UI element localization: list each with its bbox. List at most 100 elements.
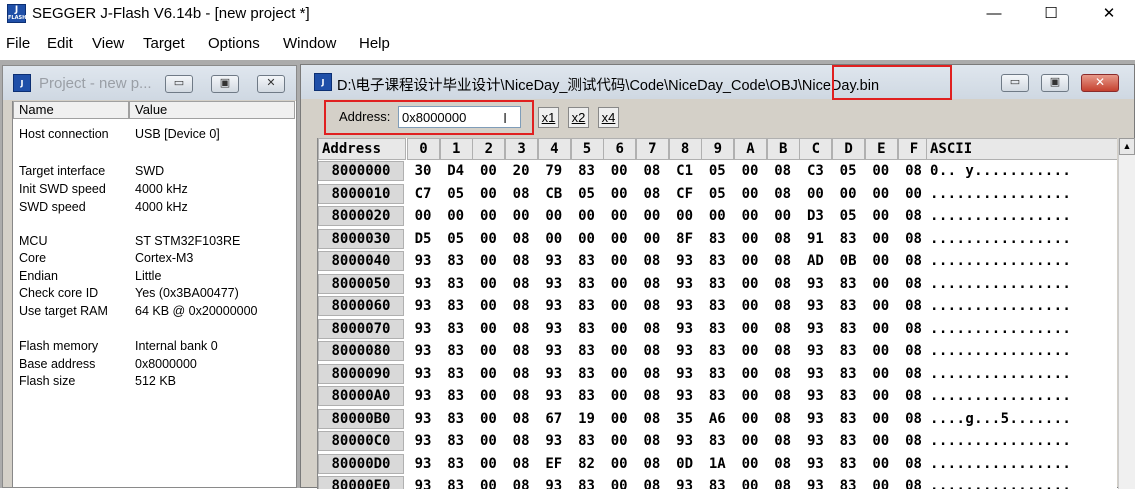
hex-byte-cell[interactable]: 08 [898,408,930,430]
hex-byte-cell[interactable]: 83 [440,475,472,489]
hex-byte-cell[interactable]: 93 [669,273,701,295]
ascii-cell[interactable]: 0.. y........... [930,160,1071,182]
hex-byte-cell[interactable]: 08 [898,205,930,227]
property-row[interactable]: Check core ID Yes (0x3BA00477) [13,285,293,302]
property-row[interactable]: Target interface SWD [13,163,293,180]
hex-byte-cell[interactable]: 91 [799,228,831,250]
hex-byte-cell[interactable]: 00 [603,160,635,182]
hex-byte-cell[interactable]: 93 [799,453,831,475]
hex-byte-cell[interactable]: 00 [603,205,635,227]
hex-byte-cell[interactable]: 00 [636,205,668,227]
hex-byte-cell[interactable]: 05 [440,228,472,250]
zoom-x1-button[interactable]: x1 [538,107,559,128]
ascii-cell[interactable]: ................ [930,273,1071,295]
hex-byte-cell[interactable]: 83 [571,250,603,272]
hex-byte-cell[interactable]: 00 [472,205,504,227]
hex-byte-cell[interactable]: 0D [669,453,701,475]
hex-byte-cell[interactable]: 83 [832,295,864,317]
hex-byte-cell[interactable]: 00 [505,205,537,227]
hex-byte-cell[interactable]: 00 [472,340,504,362]
hex-byte-cell[interactable]: EF [538,453,570,475]
hex-byte-cell[interactable]: 93 [799,273,831,295]
property-row[interactable]: Host connection USB [Device 0] [13,126,293,143]
hex-byte-cell[interactable]: 08 [505,475,537,489]
hex-byte-cell[interactable]: 08 [898,228,930,250]
hex-byte-cell[interactable]: 83 [832,453,864,475]
ascii-cell[interactable]: ................ [930,205,1071,227]
hex-byte-cell[interactable]: 00 [734,205,766,227]
hex-byte-cell[interactable]: 93 [407,363,439,385]
hex-byte-cell[interactable]: 1A [701,453,733,475]
hex-byte-cell[interactable]: 00 [603,228,635,250]
hex-byte-cell[interactable]: 08 [898,250,930,272]
hex-byte-cell[interactable]: 83 [832,475,864,489]
hex-byte-cell[interactable]: 08 [767,453,799,475]
hex-byte-cell[interactable]: 93 [407,295,439,317]
hex-byte-cell[interactable]: 83 [440,250,472,272]
hex-byte-cell[interactable]: 83 [701,228,733,250]
hex-byte-cell[interactable]: 83 [571,295,603,317]
hex-byte-cell[interactable]: 08 [767,385,799,407]
hex-byte-cell[interactable]: 00 [472,273,504,295]
hex-byte-cell[interactable]: 83 [571,475,603,489]
hex-byte-cell[interactable]: 08 [767,183,799,205]
hex-byte-cell[interactable]: 83 [571,363,603,385]
property-row[interactable]: Use target RAM 64 KB @ 0x20000000 [13,303,293,320]
hex-byte-cell[interactable]: 08 [636,250,668,272]
hex-byte-cell[interactable]: 19 [571,408,603,430]
hex-byte-cell[interactable]: 93 [669,318,701,340]
maximize-button[interactable]: ☐ [1020,0,1082,28]
hex-byte-cell[interactable]: 00 [603,475,635,489]
menu-window[interactable]: Window [283,35,336,52]
hex-byte-cell[interactable]: 93 [538,250,570,272]
hex-byte-cell[interactable]: 00 [734,385,766,407]
hex-byte-cell[interactable]: 08 [767,295,799,317]
hex-byte-cell[interactable]: 00 [865,183,897,205]
hex-byte-cell[interactable]: 00 [407,205,439,227]
name-column-header[interactable]: Name [13,101,129,119]
hex-byte-cell[interactable]: 00 [865,228,897,250]
hex-byte-cell[interactable]: 00 [832,183,864,205]
hex-byte-cell[interactable]: 00 [734,160,766,182]
hex-byte-cell[interactable]: 83 [440,453,472,475]
minimize-button[interactable]: — [963,0,1025,28]
project-close-button[interactable]: ✕ [257,75,285,93]
zoom-x4-button[interactable]: x4 [598,107,619,128]
hex-byte-cell[interactable]: 08 [767,363,799,385]
project-title-bar[interactable]: J Project - new p... ▭ ▣ ✕ [3,66,296,100]
hex-byte-cell[interactable]: A6 [701,408,733,430]
hex-byte-cell[interactable]: 00 [865,408,897,430]
hex-byte-cell[interactable]: 08 [898,430,930,452]
ascii-cell[interactable]: ................ [930,183,1071,205]
hex-byte-cell[interactable]: 08 [505,408,537,430]
hex-byte-cell[interactable]: 93 [407,430,439,452]
project-minimize-button[interactable]: ▭ [165,75,193,93]
hex-byte-cell[interactable]: 00 [865,475,897,489]
value-column-header[interactable]: Value [129,101,295,119]
hex-byte-cell[interactable]: 83 [440,295,472,317]
hex-byte-cell[interactable]: 08 [898,340,930,362]
hex-byte-cell[interactable]: 93 [538,363,570,385]
menu-file[interactable]: File [6,35,30,52]
hex-byte-cell[interactable]: 83 [571,340,603,362]
hex-byte-cell[interactable]: 00 [472,160,504,182]
hex-byte-cell[interactable]: 00 [865,430,897,452]
hex-byte-cell[interactable]: 08 [898,363,930,385]
hex-byte-cell[interactable]: 00 [865,205,897,227]
hex-byte-cell[interactable]: 00 [472,228,504,250]
ascii-cell[interactable]: ....g...5....... [930,408,1071,430]
hex-byte-cell[interactable]: 93 [669,430,701,452]
hex-byte-cell[interactable]: 83 [440,430,472,452]
hex-byte-cell[interactable]: 93 [799,385,831,407]
hex-byte-cell[interactable]: 08 [505,273,537,295]
ascii-cell[interactable]: ................ [930,295,1071,317]
hex-title-bar[interactable]: J D:\电子课程设计毕业设计\NiceDay_测试代码\Code\NiceDa… [301,65,1134,99]
hex-byte-cell[interactable]: 00 [603,295,635,317]
hex-byte-cell[interactable]: 08 [636,273,668,295]
hex-byte-cell[interactable]: 83 [701,273,733,295]
hex-byte-cell[interactable]: 93 [407,340,439,362]
hex-byte-cell[interactable]: 93 [799,408,831,430]
hex-byte-cell[interactable]: 08 [505,453,537,475]
hex-byte-cell[interactable]: 83 [832,273,864,295]
hex-byte-cell[interactable]: 93 [538,318,570,340]
